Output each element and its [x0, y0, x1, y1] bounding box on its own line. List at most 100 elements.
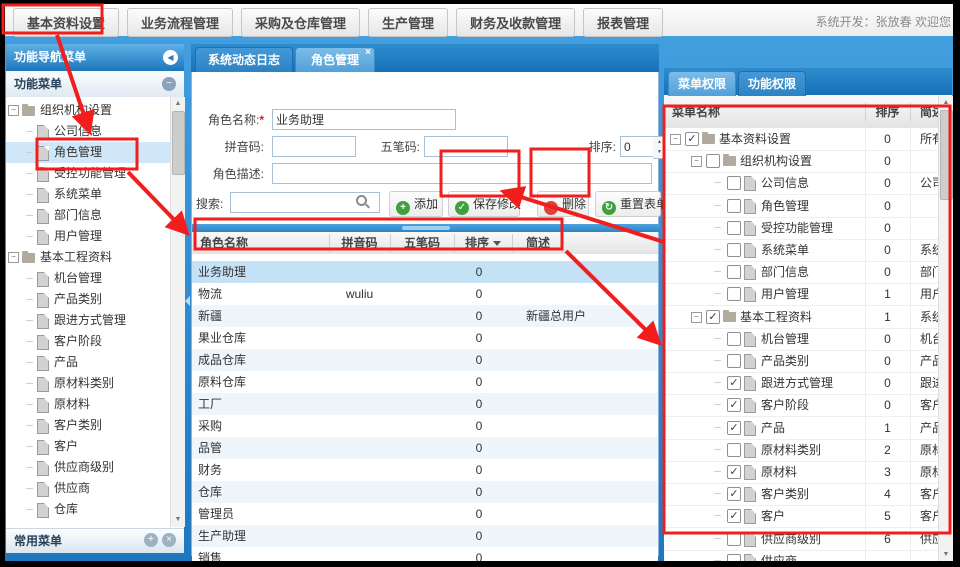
table-row-物流[interactable]: 物流wuliu0	[192, 283, 658, 305]
permission-scrollbar[interactable]: ▲ ▼	[938, 96, 953, 561]
scroll-up-icon[interactable]: ▲	[939, 96, 953, 109]
col-desc[interactable]: 简述	[526, 232, 550, 254]
table-row-成品仓库[interactable]: 成品仓库0	[192, 349, 658, 371]
sidebar-item-原材料类别[interactable]: 原材料类别	[6, 373, 170, 394]
checkbox-checked[interactable]: ✓	[727, 487, 741, 501]
col-role-name[interactable]: 角色名称	[200, 232, 248, 254]
expand-collapse-icon[interactable]: −	[8, 252, 19, 263]
permission-row-角色管理[interactable]: 角色管理0	[664, 195, 952, 218]
permission-row-产品[interactable]: ✓产品1产品管	[664, 417, 952, 440]
plus-circle-icon[interactable]: +	[144, 533, 158, 547]
scrollbar-thumb[interactable]	[940, 110, 953, 200]
checkbox-unchecked[interactable]	[727, 532, 741, 546]
menu-button-基本资料设置[interactable]: 基本资料设置	[13, 8, 119, 37]
sidebar-item-原材料[interactable]: 原材料	[6, 394, 170, 415]
tab-menu-permission[interactable]: 菜单权限	[668, 71, 736, 97]
sidebar-item-供应商[interactable]: 供应商	[6, 478, 170, 499]
scroll-up-icon[interactable]: ▲	[171, 97, 185, 110]
expand-collapse-icon[interactable]: −	[691, 312, 702, 323]
sidebar-item-仓库[interactable]: 仓库	[6, 499, 170, 520]
checkbox-checked[interactable]: ✓	[727, 465, 741, 479]
col-menu-name[interactable]: 菜单名称	[672, 96, 720, 128]
checkbox-unchecked[interactable]	[727, 265, 741, 279]
expand-collapse-icon[interactable]: −	[691, 156, 702, 167]
expand-collapse-icon[interactable]: −	[670, 134, 681, 145]
sidebar-item-受控功能管理[interactable]: 受控功能管理	[6, 163, 170, 184]
menu-button-采购及仓库管理[interactable]: 采购及仓库管理	[241, 8, 360, 37]
permission-row-公司信息[interactable]: 公司信息0公司信	[664, 172, 952, 195]
minus-circle-icon[interactable]: −	[162, 77, 176, 91]
delete-button[interactable]: −删除	[537, 191, 589, 217]
permission-row-客户[interactable]: ✓客户5客户管	[664, 505, 952, 528]
sidebar-item-组织机构设置[interactable]: −组织机构设置	[6, 100, 170, 121]
checkbox-unchecked[interactable]	[727, 221, 741, 235]
permission-row-用户管理[interactable]: 用户管理1用户及	[664, 283, 952, 306]
permission-row-组织机构设置[interactable]: −组织机构设置0	[664, 150, 952, 173]
tab-function-permission[interactable]: 功能权限	[738, 71, 806, 97]
role-desc-input[interactable]	[272, 163, 652, 184]
collapse-left-icon[interactable]: ◀	[163, 50, 178, 65]
permission-row-产品类别[interactable]: 产品类别0产品类	[664, 350, 952, 373]
permission-row-客户类别[interactable]: ✓客户类别4客户类	[664, 483, 952, 506]
table-row-品管[interactable]: 品管0	[192, 437, 658, 459]
sidebar-item-机台管理[interactable]: 机台管理	[6, 268, 170, 289]
tab-role-management[interactable]: 角色管理 ×	[295, 47, 375, 73]
tab-system-log[interactable]: 系统动态日志	[195, 47, 293, 73]
table-row-采购[interactable]: 采购0	[192, 415, 658, 437]
checkbox-unchecked[interactable]	[727, 354, 741, 368]
close-tab-icon[interactable]: ×	[365, 48, 371, 58]
checkbox-unchecked[interactable]	[727, 554, 741, 561]
sidebar-item-角色管理[interactable]: 角色管理	[6, 142, 170, 163]
checkbox-checked[interactable]: ✓	[727, 376, 741, 390]
permission-row-基本资料设置[interactable]: −✓基本资料设置0所有基	[664, 128, 952, 151]
checkbox-unchecked[interactable]	[706, 154, 720, 168]
checkbox-checked[interactable]: ✓	[706, 310, 720, 324]
menu-button-报表管理[interactable]: 报表管理	[583, 8, 663, 37]
checkbox-checked[interactable]: ✓	[727, 509, 741, 523]
table-row-销售[interactable]: 销售0	[192, 547, 658, 561]
role-name-input[interactable]	[272, 109, 456, 130]
table-row-工厂[interactable]: 工厂0	[192, 393, 658, 415]
menu-button-财务及收款管理[interactable]: 财务及收款管理	[456, 8, 575, 37]
permission-row-原材料[interactable]: ✓原材料3原材料	[664, 461, 952, 484]
scrollbar-thumb[interactable]	[172, 111, 185, 175]
permission-row-基本工程资料[interactable]: −✓基本工程资料1系统用	[664, 306, 952, 329]
sidebar-item-客户类别[interactable]: 客户类别	[6, 415, 170, 436]
menu-button-业务流程管理[interactable]: 业务流程管理	[127, 8, 233, 37]
checkbox-unchecked[interactable]	[727, 332, 741, 346]
permission-row-系统菜单[interactable]: 系统菜单0系统菜	[664, 239, 952, 262]
reset-button[interactable]: ↻重置表单	[595, 191, 661, 217]
table-row-原料仓库[interactable]: 原料仓库0	[192, 371, 658, 393]
menu-button-生产管理[interactable]: 生产管理	[368, 8, 448, 37]
table-row-仓库[interactable]: 仓库0	[192, 481, 658, 503]
permission-row-供应商[interactable]: 供应商	[664, 550, 952, 561]
col-sort[interactable]: 排序	[454, 232, 512, 254]
splitter-handle[interactable]	[402, 226, 450, 230]
splitter-collapse-icon[interactable]	[185, 296, 190, 306]
pinyin-input[interactable]	[272, 136, 356, 157]
table-row-管理员[interactable]: 管理员0	[192, 503, 658, 525]
table-row-财务[interactable]: 财务0	[192, 459, 658, 481]
col-wubi[interactable]: 五笔码	[390, 232, 454, 254]
col-menu-sort[interactable]: 排序	[865, 96, 910, 128]
permission-row-受控功能管理[interactable]: 受控功能管理0	[664, 217, 952, 240]
permission-row-部门信息[interactable]: 部门信息0部门信	[664, 261, 952, 284]
sidebar-scrollbar[interactable]: ▲ ▼	[170, 97, 185, 527]
col-pinyin[interactable]: 拼音码	[329, 232, 390, 254]
checkbox-unchecked[interactable]	[727, 176, 741, 190]
table-row-新疆[interactable]: 新疆0新疆总用户	[192, 305, 658, 327]
expand-collapse-icon[interactable]: −	[8, 105, 19, 116]
checkbox-unchecked[interactable]	[727, 243, 741, 257]
checkbox-unchecked[interactable]	[727, 199, 741, 213]
sidebar-item-客户[interactable]: 客户	[6, 436, 170, 457]
checkbox-unchecked[interactable]	[727, 443, 741, 457]
permission-row-原材料类别[interactable]: 原材料类别2原材料	[664, 439, 952, 462]
sidebar-item-基本工程资料[interactable]: −基本工程资料	[6, 247, 170, 268]
checkbox-checked[interactable]: ✓	[727, 398, 741, 412]
permission-row-机台管理[interactable]: 机台管理0机台管	[664, 328, 952, 351]
permission-row-供应商级别[interactable]: 供应商级别6供应商	[664, 528, 952, 551]
sidebar-item-部门信息[interactable]: 部门信息	[6, 205, 170, 226]
scroll-down-icon[interactable]: ▼	[939, 548, 953, 561]
sidebar-item-公司信息[interactable]: 公司信息	[6, 121, 170, 142]
permission-row-跟进方式管理[interactable]: ✓跟进方式管理0跟进方	[664, 372, 952, 395]
